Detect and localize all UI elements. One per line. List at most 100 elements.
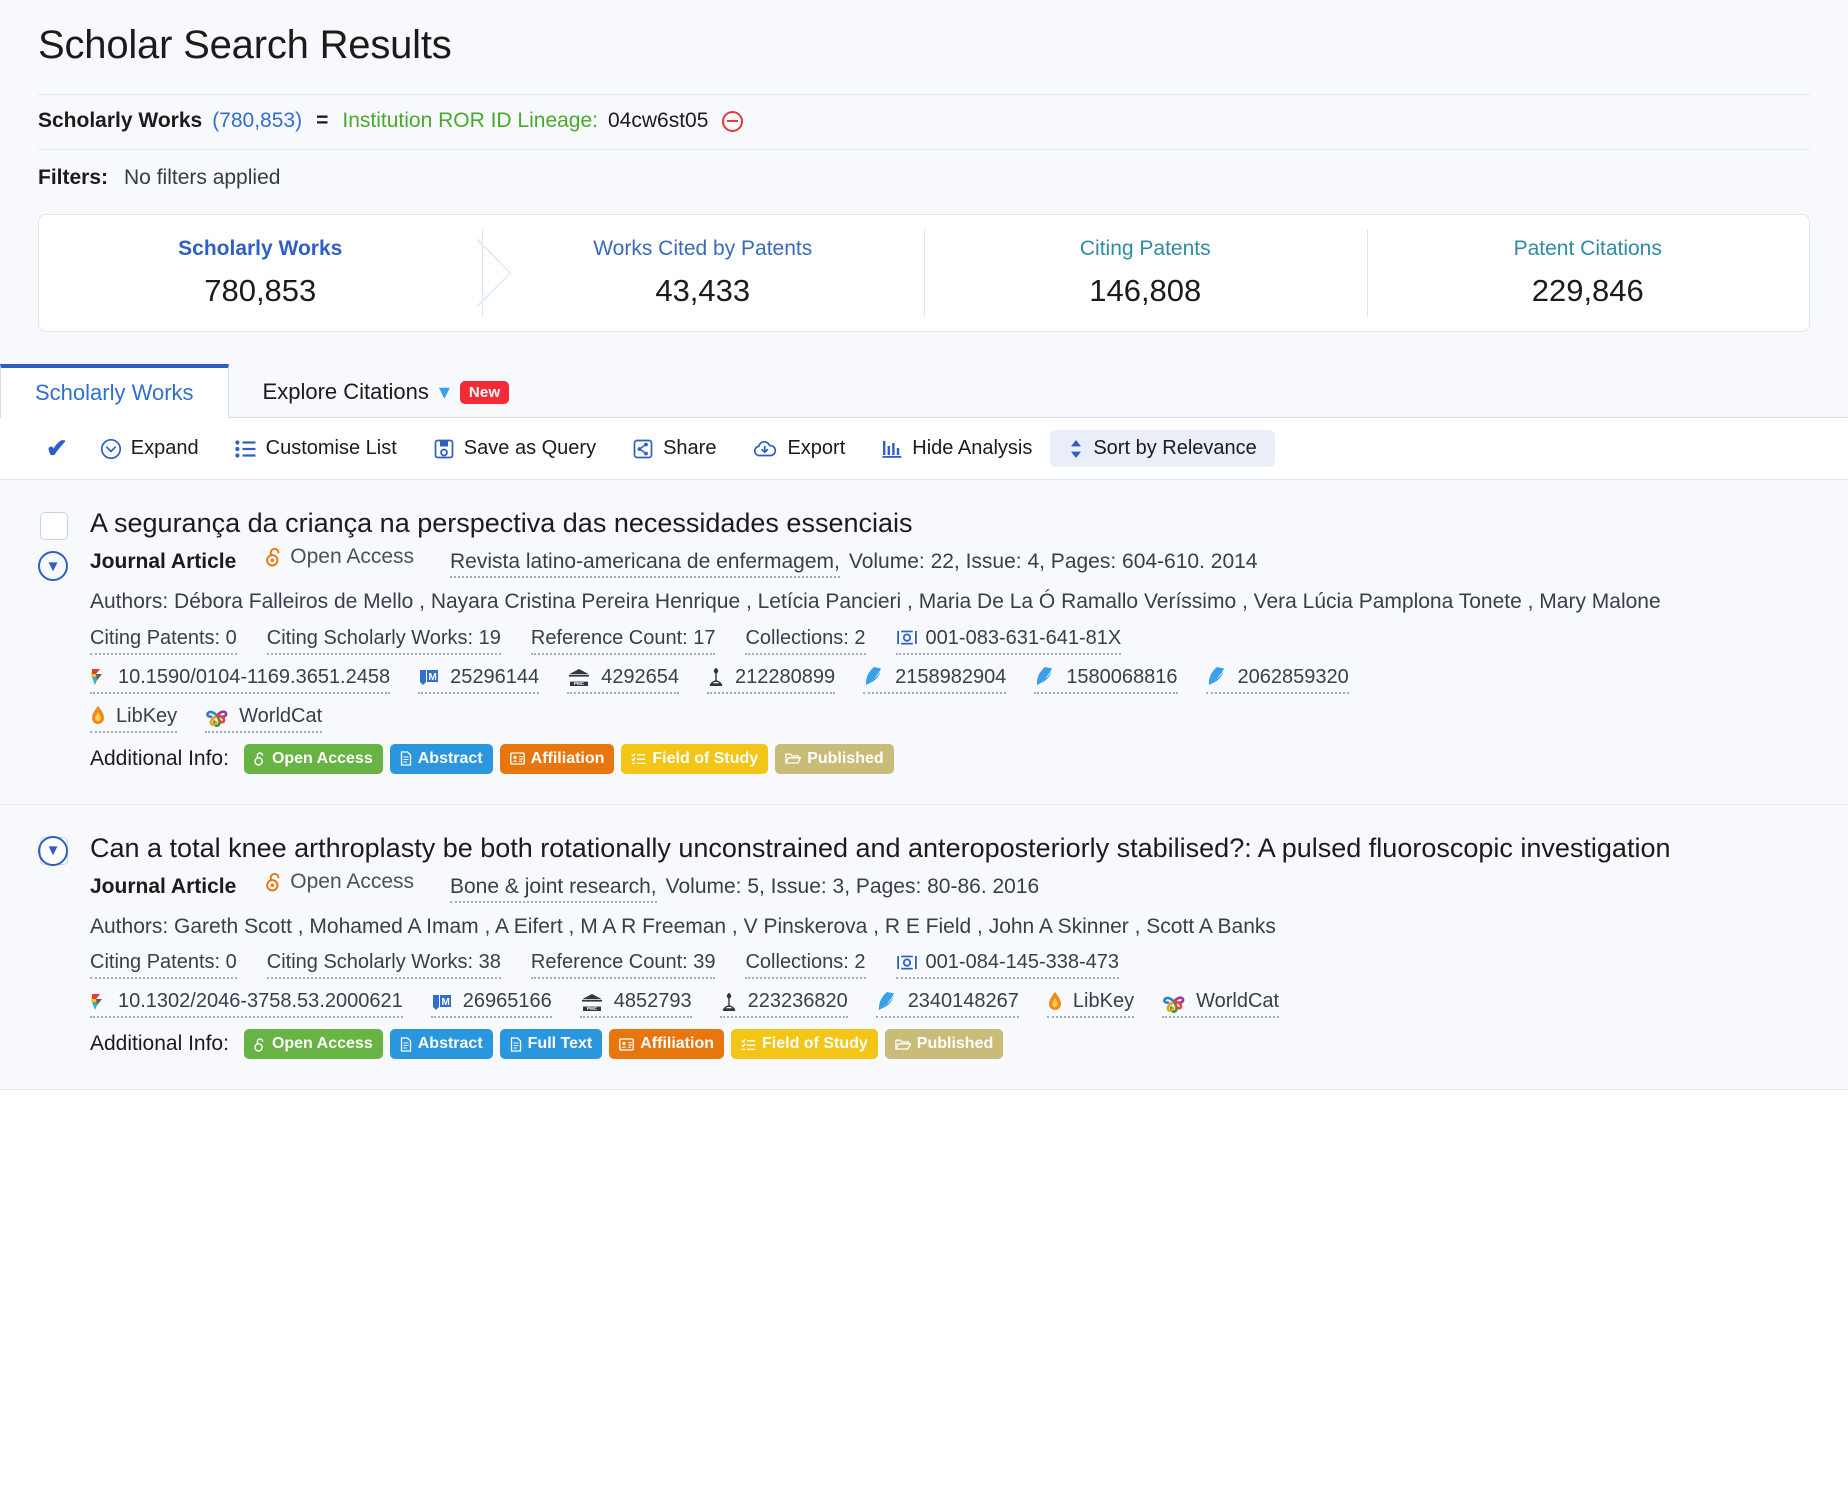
result-additional-info: Additional Info: Open Access Abstract Fu…	[90, 1029, 1808, 1059]
check-icon[interactable]: ✔	[46, 433, 82, 464]
identifier-label: 26965166	[463, 990, 552, 1013]
pubmed-icon: M	[418, 667, 440, 687]
identifier-worldcat[interactable]: WorldCat	[205, 705, 322, 733]
identifier-worldcat[interactable]: WorldCat	[1162, 990, 1279, 1018]
chip-affiliation[interactable]: Affiliation	[609, 1029, 724, 1059]
filters-row: Filters: No filters applied	[38, 150, 1810, 208]
chip-field-of-study[interactable]: Field of Study	[621, 744, 768, 774]
chip-label: Full Text	[528, 1035, 593, 1053]
identifier-semantic-scholar[interactable]: 2340148267	[876, 990, 1019, 1018]
unlock-icon	[266, 871, 283, 893]
tab-explore-citations[interactable]: Explore Citations ▾ New	[229, 365, 544, 417]
metric-citing-scholarly-works[interactable]: Citing Scholarly Works: 38	[267, 951, 501, 979]
chip-open-access[interactable]: Open Access	[244, 1029, 383, 1059]
toolbar-export-button[interactable]: Export	[734, 430, 863, 467]
chip-published[interactable]: Published	[775, 744, 893, 774]
result-volume-issue-pages: Volume: 5, Issue: 3, Pages: 80-86. 2016	[666, 875, 1040, 899]
scholar-search-page: Scholar Search Results Scholarly Works (…	[0, 0, 1848, 1090]
query-field[interactable]: Institution ROR ID Lineage:	[342, 109, 598, 133]
identifier-libkey[interactable]: LibKey	[1047, 990, 1134, 1018]
toolbar-label: Share	[663, 437, 716, 460]
expand-result-icon[interactable]: ▼	[38, 551, 68, 581]
semantic-scholar-icon	[1206, 666, 1228, 688]
pubmed-icon: M	[431, 992, 453, 1012]
chip-abstract[interactable]: Abstract	[390, 744, 493, 774]
metric-citing-scholarly-works[interactable]: Citing Scholarly Works: 19	[267, 627, 501, 655]
toolbar-share-button[interactable]: Share	[614, 430, 734, 467]
toolbar-customise-list-button[interactable]: Customise List	[217, 430, 415, 467]
toolbar-hide-analysis-button[interactable]: Hide Analysis	[863, 430, 1050, 467]
filters-label: Filters:	[38, 166, 108, 190]
pmc-icon: PMC	[580, 992, 604, 1012]
tab-scholarly-works[interactable]: Scholarly Works	[0, 364, 229, 418]
additional-info-label: Additional Info:	[90, 747, 229, 771]
chip-affiliation[interactable]: Affiliation	[500, 744, 615, 774]
svg-text:M: M	[429, 672, 437, 683]
chip-abstract[interactable]: Abstract	[390, 1029, 493, 1059]
core-icon	[707, 666, 725, 688]
identifier-core[interactable]: 212280899	[707, 666, 835, 694]
result-title[interactable]: Can a total knee arthroplasty be both ro…	[90, 831, 1670, 866]
metric-reference-count[interactable]: Reference Count: 17	[531, 627, 716, 655]
chip-open-access[interactable]: Open Access	[244, 744, 383, 774]
query-value: 04cw6st05	[608, 109, 708, 133]
chip-label: Field of Study	[652, 750, 758, 768]
identifier-doi[interactable]: 10.1590/0104-1169.3651.2458	[90, 666, 390, 694]
toolbar-expand-button[interactable]: Expand	[82, 430, 217, 467]
query-row: Scholarly Works (780,853) = Institution …	[38, 95, 1810, 149]
identifier-label: 2340148267	[908, 990, 1019, 1013]
metric-citing-patents[interactable]: Citing Patents: 0	[90, 951, 237, 979]
metric-collections[interactable]: Collections: 2	[745, 627, 865, 655]
identifier-pmc[interactable]: PMC 4852793	[580, 990, 692, 1018]
worldcat-icon	[205, 705, 229, 727]
bar-chart-icon	[881, 439, 903, 459]
toolbar-label: Expand	[131, 437, 199, 460]
identifier-pubmed[interactable]: M 25296144	[418, 666, 539, 694]
metric-citing-patents[interactable]: Citing Patents: 0	[90, 627, 237, 655]
metric-reference-count[interactable]: Reference Count: 39	[531, 951, 716, 979]
identifier-label: 2158982904	[895, 666, 1006, 689]
stat-card-citing-patents[interactable]: Citing Patents 146,808	[924, 215, 1367, 331]
stat-value: 229,846	[1532, 273, 1644, 309]
stat-card-scholarly-works[interactable]: Scholarly Works 780,853	[39, 215, 482, 331]
identifier-core[interactable]: 223236820	[720, 990, 848, 1018]
doi-icon	[90, 992, 108, 1012]
identifier-label: LibKey	[116, 705, 177, 728]
chip-published[interactable]: Published	[885, 1029, 1003, 1059]
lens-id-icon	[896, 628, 918, 648]
identifier-label: 4852793	[614, 990, 692, 1013]
result-journal[interactable]: Revista latino-americana de enfermagem,	[450, 550, 840, 578]
identifier-semantic-scholar[interactable]: 1580068816	[1034, 666, 1177, 694]
metric-lens-id[interactable]: 001-084-145-338-473	[896, 951, 1120, 979]
identifier-semantic-scholar[interactable]: 2062859320	[1206, 666, 1349, 694]
query-count[interactable]: (780,853)	[212, 109, 302, 133]
expand-result-icon[interactable]: ▼	[38, 836, 68, 866]
identifier-pubmed[interactable]: M 26965166	[431, 990, 552, 1018]
result-item: A segurança da criança na perspectiva da…	[0, 480, 1848, 805]
stat-label: Patent Citations	[1514, 237, 1662, 261]
page-title: Scholar Search Results	[38, 22, 1810, 68]
identifier-semantic-scholar[interactable]: 2158982904	[863, 666, 1006, 694]
chip-field-of-study[interactable]: Field of Study	[731, 1029, 878, 1059]
identifier-label: 223236820	[748, 990, 848, 1013]
save-disk-icon	[433, 438, 455, 460]
toolbar-sort-button[interactable]: Sort by Relevance	[1050, 430, 1274, 467]
identifier-libkey[interactable]: LibKey	[90, 705, 177, 733]
list-icon	[235, 439, 257, 459]
identifier-doi[interactable]: 10.1302/2046-3758.53.2000621	[90, 990, 403, 1018]
result-type: Journal Article	[90, 875, 236, 899]
identifier-pmc[interactable]: PMC 4292654	[567, 666, 679, 694]
identifier-label: WorldCat	[239, 705, 322, 728]
metric-collections[interactable]: Collections: 2	[745, 951, 865, 979]
chip-full-text[interactable]: Full Text	[500, 1029, 603, 1059]
toolbar-save-as-query-button[interactable]: Save as Query	[415, 430, 614, 467]
result-checkbox[interactable]	[40, 512, 68, 540]
result-title[interactable]: A segurança da criança na perspectiva da…	[90, 506, 913, 541]
result-journal[interactable]: Bone & joint research,	[450, 875, 657, 903]
stat-card-works-cited-by-patents[interactable]: Works Cited by Patents 43,433	[482, 215, 925, 331]
chip-label: Open Access	[272, 750, 373, 768]
remove-circle-icon[interactable]	[722, 111, 743, 132]
identifier-label: 10.1590/0104-1169.3651.2458	[118, 666, 390, 689]
metric-lens-id[interactable]: 001-083-631-641-81X	[896, 627, 1122, 655]
stat-card-patent-citations[interactable]: Patent Citations 229,846	[1367, 215, 1810, 331]
